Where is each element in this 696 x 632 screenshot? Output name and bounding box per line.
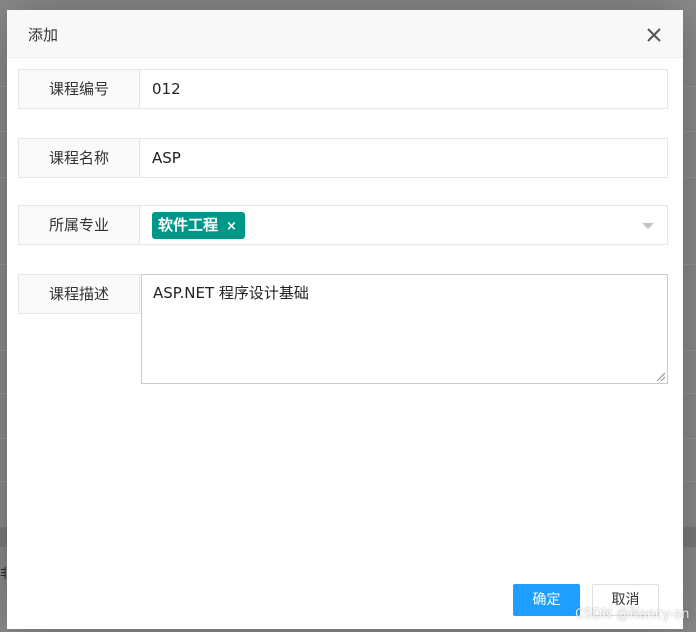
course-code-label: 课程编号 [18, 69, 140, 109]
confirm-button[interactable]: 确定 [513, 584, 580, 616]
description-textarea[interactable]: ASP.NET 程序设计基础 [141, 274, 668, 384]
description-label: 课程描述 [18, 274, 140, 314]
dialog-title: 添加 [28, 26, 59, 44]
add-course-dialog: 添加 课程编号 012 课程名称 ASP 所属专业 软件工程 × 课程描述 ASP… [7, 10, 683, 629]
course-name-label: 课程名称 [18, 138, 140, 178]
watermark: CSDN @Nancy-sn [575, 607, 690, 622]
description-text: ASP.NET 程序设计基础 [153, 284, 309, 302]
close-icon[interactable] [644, 25, 664, 45]
selected-tag-label: 软件工程 [158, 216, 219, 234]
major-label: 所属专业 [18, 205, 140, 245]
resize-grip-icon[interactable] [656, 372, 665, 381]
dialog-header: 添加 [7, 10, 683, 58]
course-code-input[interactable]: 012 [140, 69, 668, 109]
tag-remove-icon[interactable]: × [226, 213, 237, 240]
major-select[interactable]: 软件工程 × [140, 205, 668, 245]
course-name-input[interactable]: ASP [140, 138, 668, 178]
dropdown-arrow-icon[interactable] [642, 223, 654, 229]
selected-tag: 软件工程 × [152, 212, 245, 239]
